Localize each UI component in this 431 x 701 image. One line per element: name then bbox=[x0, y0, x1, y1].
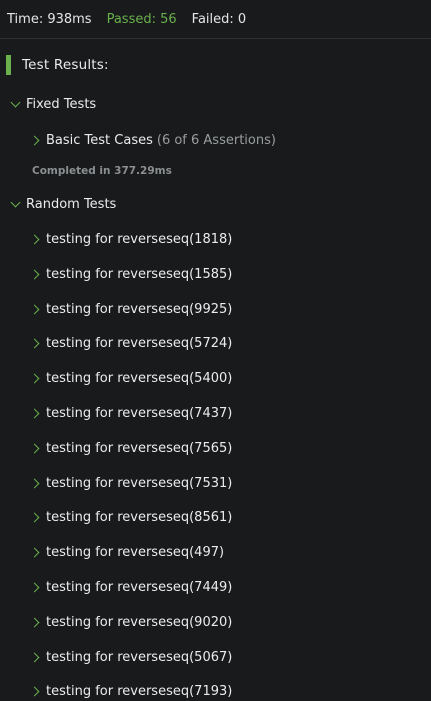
fixed-tests-group[interactable]: Fixed Tests bbox=[9, 94, 96, 114]
random-test-label: testing for reverseseq(7449) bbox=[46, 579, 233, 595]
random-test-label: testing for reverseseq(7193) bbox=[46, 683, 233, 699]
random-test-label: testing for reverseseq(7565) bbox=[46, 440, 233, 456]
random-test-item[interactable]: testing for reverseseq(7193) bbox=[29, 681, 233, 701]
chevron-right-icon bbox=[29, 338, 40, 348]
chevron-right-icon bbox=[29, 686, 40, 696]
chevron-right-icon bbox=[29, 135, 40, 145]
random-test-item[interactable]: testing for reverseseq(7565) bbox=[29, 438, 233, 458]
random-test-item[interactable]: testing for reverseseq(7531) bbox=[29, 473, 233, 493]
random-test-item[interactable]: testing for reverseseq(9925) bbox=[29, 299, 233, 319]
random-test-item[interactable]: testing for reverseseq(1818) bbox=[29, 229, 233, 249]
chevron-right-icon bbox=[29, 373, 40, 383]
basic-test-cases-item[interactable]: Basic Test Cases (6 of 6 Assertions) bbox=[29, 130, 276, 150]
random-test-item[interactable]: testing for reverseseq(9020) bbox=[29, 612, 233, 632]
failed-stat: Failed: 0 bbox=[191, 11, 247, 27]
chevron-right-icon bbox=[29, 234, 40, 244]
basic-test-cases-label: Basic Test Cases bbox=[46, 132, 153, 148]
assertions-count: (6 of 6 Assertions) bbox=[156, 132, 276, 148]
status-bar: Time: 938ms Passed: 56 Failed: 0 bbox=[0, 0, 431, 39]
chevron-right-icon bbox=[29, 443, 40, 453]
random-test-item[interactable]: testing for reverseseq(8561) bbox=[29, 507, 233, 527]
random-test-label: testing for reverseseq(5724) bbox=[46, 335, 233, 351]
random-test-label: testing for reverseseq(5400) bbox=[46, 370, 233, 386]
accent-bar bbox=[6, 55, 11, 75]
time-stat: Time: 938ms bbox=[7, 11, 92, 27]
random-test-label: testing for reverseseq(497) bbox=[46, 544, 225, 560]
random-test-label: testing for reverseseq(1818) bbox=[46, 231, 233, 247]
random-test-item[interactable]: testing for reverseseq(5067) bbox=[29, 647, 233, 667]
random-test-item[interactable]: testing for reverseseq(7437) bbox=[29, 403, 233, 423]
fixed-tests-label: Fixed Tests bbox=[26, 96, 97, 112]
test-results-title: Test Results: bbox=[22, 57, 109, 73]
random-test-label: testing for reverseseq(5067) bbox=[46, 649, 233, 665]
chevron-down-icon bbox=[10, 97, 21, 107]
chevron-right-icon bbox=[29, 652, 40, 662]
chevron-right-icon bbox=[29, 408, 40, 418]
random-test-label: testing for reverseseq(8561) bbox=[46, 509, 233, 525]
random-test-label: testing for reverseseq(9925) bbox=[46, 301, 233, 317]
random-test-item[interactable]: testing for reverseseq(7449) bbox=[29, 577, 233, 597]
random-test-label: testing for reverseseq(9020) bbox=[46, 614, 233, 630]
chevron-right-icon bbox=[29, 617, 40, 627]
random-test-item[interactable]: testing for reverseseq(5400) bbox=[29, 368, 233, 388]
random-test-item[interactable]: testing for reverseseq(1585) bbox=[29, 264, 233, 284]
chevron-right-icon bbox=[29, 547, 40, 557]
chevron-right-icon bbox=[29, 512, 40, 522]
random-test-item[interactable]: testing for reverseseq(5724) bbox=[29, 333, 233, 353]
passed-stat: Passed: 56 bbox=[106, 11, 177, 27]
completed-time: Completed in 377.29ms bbox=[32, 165, 172, 177]
chevron-right-icon bbox=[29, 269, 40, 279]
random-tests-label: Random Tests bbox=[26, 196, 117, 212]
random-test-label: testing for reverseseq(1585) bbox=[46, 266, 233, 282]
test-results-header: Test Results: bbox=[6, 55, 109, 75]
random-test-item[interactable]: testing for reverseseq(497) bbox=[29, 542, 225, 562]
chevron-right-icon bbox=[29, 582, 40, 592]
random-tests-group[interactable]: Random Tests bbox=[9, 194, 116, 214]
chevron-right-icon bbox=[29, 304, 40, 314]
random-test-label: testing for reverseseq(7531) bbox=[46, 475, 233, 491]
chevron-right-icon bbox=[29, 478, 40, 488]
chevron-down-icon bbox=[10, 197, 21, 207]
random-test-label: testing for reverseseq(7437) bbox=[46, 405, 233, 421]
